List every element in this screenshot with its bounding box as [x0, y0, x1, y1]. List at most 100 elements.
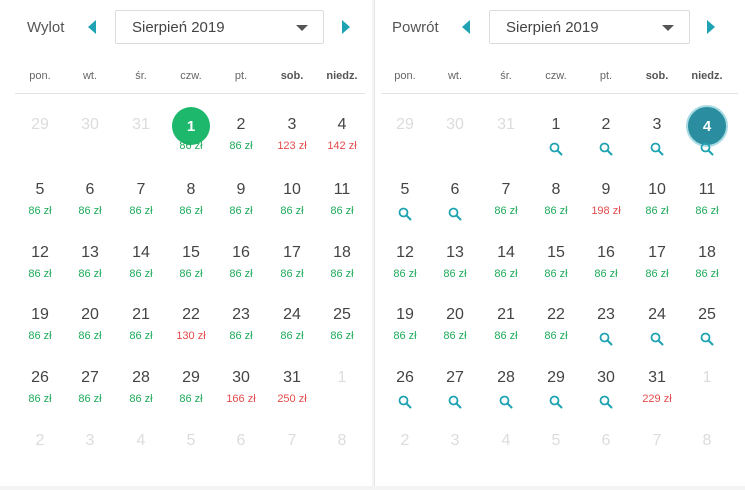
day-cell[interactable]: 7 86 zł [116, 181, 166, 239]
day-cell[interactable]: 9 198 zł [581, 181, 631, 239]
day-number: 19 [31, 306, 49, 323]
day-cell[interactable]: 18 86 zł [682, 244, 732, 302]
day-cell[interactable]: 26 [380, 369, 430, 427]
search-icon[interactable] [650, 142, 664, 156]
weekday-header: pon. [394, 70, 416, 82]
day-cell[interactable]: 8 86 zł [531, 181, 581, 239]
search-icon[interactable] [549, 142, 563, 156]
day-cell[interactable]: 21 86 zł [481, 306, 531, 364]
day-cell[interactable]: 22 86 zł [531, 306, 581, 364]
weekday-divider [381, 93, 738, 94]
search-icon[interactable] [448, 207, 462, 221]
outbound-selected-day[interactable]: 1 86 zł [166, 107, 216, 174]
day-number: 18 [333, 244, 351, 261]
day-cell[interactable]: 9 86 zł [216, 181, 266, 239]
day-cell[interactable]: 28 [481, 369, 531, 427]
day-cell[interactable]: 2 86 zł [216, 116, 266, 174]
day-cell[interactable]: 14 86 zł [116, 244, 166, 302]
day-cell[interactable]: 31 229 zł [632, 369, 682, 427]
day-number: 31 [132, 116, 150, 133]
day-number: 2 [400, 432, 410, 449]
day-cell[interactable]: 21 86 zł [116, 306, 166, 364]
day-cell[interactable]: 15 86 zł [166, 244, 216, 302]
day-cell[interactable]: 6 [430, 181, 480, 239]
day-cell[interactable]: 15 86 zł [531, 244, 581, 302]
search-icon[interactable] [549, 395, 563, 409]
day-cell[interactable]: 5 [380, 181, 430, 239]
day-cell[interactable]: 24 86 zł [267, 306, 317, 364]
search-icon[interactable] [599, 142, 613, 156]
next-month-icon[interactable] [342, 20, 350, 34]
day-cell[interactable]: 20 86 zł [65, 306, 115, 364]
day-cell[interactable]: 30 166 zł [216, 369, 266, 427]
search-icon[interactable] [499, 395, 513, 409]
search-icon[interactable] [398, 395, 412, 409]
day-cell[interactable]: 8 86 zł [166, 181, 216, 239]
outbound-month-select[interactable]: Sierpień 2019 [115, 10, 324, 44]
day-cell[interactable]: 23 [581, 306, 631, 364]
day-cell[interactable]: 1 [531, 116, 581, 174]
day-cell[interactable]: 29 [531, 369, 581, 427]
day-number: 11 [698, 181, 716, 198]
day-cell[interactable]: 12 86 zł [15, 244, 65, 302]
prev-month-icon[interactable] [88, 20, 96, 34]
day-cell[interactable]: 12 86 zł [380, 244, 430, 302]
day-cell[interactable]: 31 250 zł [267, 369, 317, 427]
day-cell[interactable]: 25 86 zł [317, 306, 367, 364]
search-icon[interactable] [650, 332, 664, 346]
day-cell[interactable]: 6 86 zł [65, 181, 115, 239]
day-cell[interactable]: 17 86 zł [632, 244, 682, 302]
day-cell[interactable]: 17 86 zł [267, 244, 317, 302]
next-month-icon[interactable] [707, 20, 715, 34]
search-icon[interactable] [599, 332, 613, 346]
day-number: 13 [81, 244, 99, 261]
day-number: 11 [333, 181, 351, 198]
return-selected-day[interactable]: 4 [682, 105, 732, 174]
date-picker: Wylot Sierpień 2019 pon. wt. śr. czw. pt. sob… [0, 0, 745, 486]
day-cell[interactable]: 26 86 zł [15, 369, 65, 427]
day-cell[interactable]: 16 86 zł [216, 244, 266, 302]
day-cell[interactable]: 11 86 zł [682, 181, 732, 239]
day-cell[interactable]: 19 86 zł [15, 306, 65, 364]
day-cell[interactable]: 28 86 zł [116, 369, 166, 427]
day-cell[interactable]: 27 [430, 369, 480, 427]
day-cell[interactable]: 25 [682, 306, 732, 364]
weekday-header: pt. [599, 70, 613, 82]
day-price: 86 zł [229, 268, 253, 280]
day-cell[interactable]: 10 86 zł [267, 181, 317, 239]
search-icon[interactable] [700, 142, 714, 156]
day-price: 86 zł [443, 268, 467, 280]
day-cell[interactable]: 7 86 zł [481, 181, 531, 239]
search-icon[interactable] [398, 207, 412, 221]
day-cell[interactable]: 11 86 zł [317, 181, 367, 239]
day-cell[interactable]: 3 123 zł [267, 116, 317, 174]
search-icon[interactable] [700, 332, 714, 346]
search-icon[interactable] [448, 395, 462, 409]
day-cell[interactable]: 18 86 zł [317, 244, 367, 302]
day-cell[interactable]: 30 [581, 369, 631, 427]
return-month-select[interactable]: Sierpień 2019 [489, 10, 690, 44]
day-cell[interactable]: 29 86 zł [166, 369, 216, 427]
day-number: 6 [85, 181, 95, 198]
day-cell[interactable]: 3 [632, 116, 682, 174]
day-cell[interactable]: 22 130 zł [166, 306, 216, 364]
day-cell[interactable]: 27 86 zł [65, 369, 115, 427]
day-cell[interactable]: 19 86 zł [380, 306, 430, 364]
day-cell[interactable]: 5 86 zł [15, 181, 65, 239]
day-cell[interactable]: 14 86 zł [481, 244, 531, 302]
day-cell[interactable]: 4 142 zł [317, 116, 367, 174]
day-cell[interactable]: 10 86 zł [632, 181, 682, 239]
day-number: 16 [232, 244, 250, 261]
day-cell[interactable]: 2 [581, 116, 631, 174]
search-icon[interactable] [599, 395, 613, 409]
day-cell[interactable]: 13 86 zł [65, 244, 115, 302]
day-number: 23 [597, 306, 615, 323]
day-number: 7 [287, 432, 297, 449]
day-cell[interactable]: 23 86 zł [216, 306, 266, 364]
day-cell[interactable]: 16 86 zł [581, 244, 631, 302]
prev-month-icon[interactable] [462, 20, 470, 34]
day-cell[interactable]: 24 [632, 306, 682, 364]
day-cell[interactable]: 20 86 zł [430, 306, 480, 364]
day-cell[interactable]: 13 86 zł [430, 244, 480, 302]
day-number: 9 [236, 181, 246, 198]
